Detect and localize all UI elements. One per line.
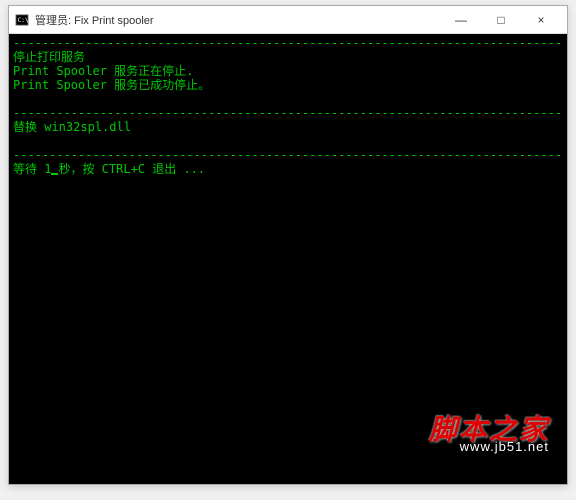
console-window: C:\ 管理员: Fix Print spooler — □ × -------… xyxy=(8,5,568,485)
cmd-icon: C:\ xyxy=(15,13,29,27)
separator-line: ----------------------------------------… xyxy=(13,106,563,120)
blank-line xyxy=(13,134,563,148)
titlebar[interactable]: C:\ 管理员: Fix Print spooler — □ × xyxy=(9,6,567,34)
watermark: 脚本之家 www.jb51.net xyxy=(429,424,549,454)
terminal-line: 替换 win32spl.dll xyxy=(13,120,563,134)
wait-prefix: 等待 1 xyxy=(13,162,51,176)
separator-line: ----------------------------------------… xyxy=(13,36,563,50)
separator-line: ----------------------------------------… xyxy=(13,148,563,162)
terminal-line: 停止打印服务 xyxy=(13,50,563,64)
watermark-text: 脚本之家 xyxy=(429,424,549,438)
minimize-button[interactable]: — xyxy=(441,8,481,32)
blank-line xyxy=(13,92,563,106)
terminal-area[interactable]: ----------------------------------------… xyxy=(9,34,567,484)
terminal-line: Print Spooler 服务已成功停止。 xyxy=(13,78,563,92)
terminal-line-wait: 等待 1 秒，按 CTRL+C 退出 ... xyxy=(13,162,563,176)
window-controls: — □ × xyxy=(441,8,561,32)
wait-suffix: 秒，按 CTRL+C 退出 ... xyxy=(58,162,205,176)
terminal-line: Print Spooler 服务正在停止. xyxy=(13,64,563,78)
svg-text:C:\: C:\ xyxy=(18,16,29,23)
close-button[interactable]: × xyxy=(521,8,561,32)
window-title: 管理员: Fix Print spooler xyxy=(35,12,441,28)
maximize-button[interactable]: □ xyxy=(481,8,521,32)
watermark-url: www.jb51.net xyxy=(429,440,549,454)
